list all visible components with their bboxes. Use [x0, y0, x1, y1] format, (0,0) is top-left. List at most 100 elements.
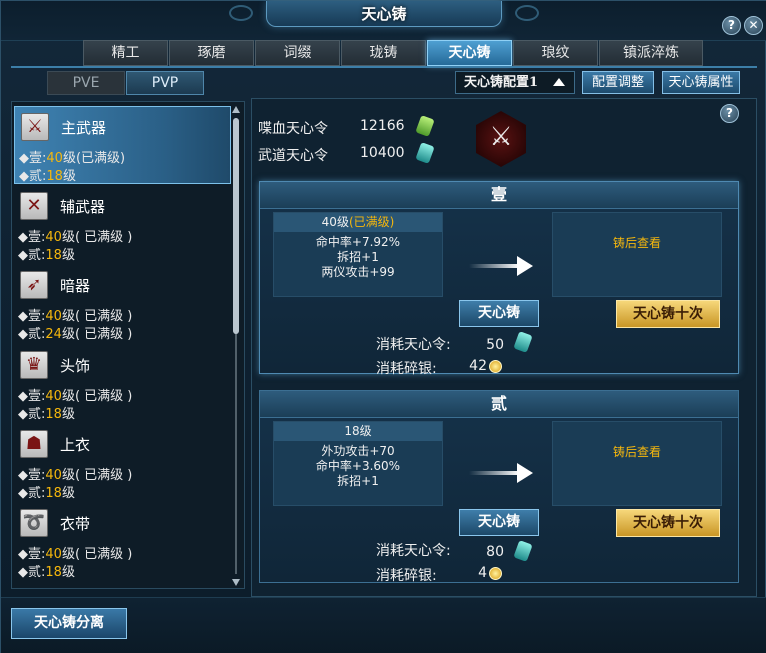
cast-button[interactable]: 天心铸	[459, 509, 539, 536]
pvp-toggle[interactable]: PVP	[126, 71, 204, 95]
cast-ten-times-button[interactable]: 天心铸十次	[616, 300, 720, 328]
section-title: 贰	[260, 391, 738, 418]
current-stats-box: 40级(已满级) 命中率+7.92% 拆招+1 两仪攻击+99	[273, 212, 443, 297]
sword-icon: ⚔	[21, 113, 49, 141]
headwear-icon: ♛	[20, 351, 48, 379]
title-plate: 天心铸	[266, 1, 502, 27]
equipment-item-main-weapon[interactable]: ⚔ 主武器 ◆壹:40级(已满级) ◆贰:18级	[14, 106, 231, 184]
equipment-name: 头饰	[60, 357, 91, 375]
equipment-line-1: ◆壹:40级( 已满级 )	[18, 468, 133, 483]
clothing-icon: ☗	[20, 430, 48, 458]
cost-silver-value: 42	[469, 358, 487, 374]
silver-coin-icon	[489, 360, 502, 373]
tab-longzhu[interactable]: 珑铸	[341, 40, 426, 66]
forge-panel: 喋血天心令 12166 武道天心令 10400 ⚔ ? 壹 40级(已满级) 命…	[251, 98, 757, 597]
tab-underline	[11, 66, 757, 68]
equipment-line-2: ◆贰:18级	[18, 407, 75, 422]
tab-zhenpai-cuilian[interactable]: 镇派淬炼	[599, 40, 703, 66]
scroll-thumb[interactable]	[233, 118, 239, 334]
equipment-line-2: ◆贰:18级	[18, 248, 75, 263]
cost-token-value: 80	[486, 544, 504, 560]
cost-silver-label: 消耗碎银:	[376, 361, 437, 377]
question-icon: ?	[726, 106, 733, 120]
close-icon: ✕	[748, 18, 759, 32]
belt-icon: ➰	[20, 509, 48, 537]
tab-cizhui[interactable]: 词缀	[255, 40, 340, 66]
equipment-name: 上衣	[60, 436, 91, 454]
teal-token-icon	[513, 331, 533, 353]
selected-equipment-sword-icon: ⚔	[476, 111, 526, 167]
equipment-line-1: ◆壹:40级( 已满级 )	[18, 309, 133, 324]
equipment-item-offhand[interactable]: ✕ 辅武器 ◆壹:40级( 已满级 ) ◆贰:18级	[14, 186, 231, 264]
stat-line: 拆招+1	[337, 474, 379, 488]
hidden-weapon-icon: ➶	[20, 271, 48, 299]
preview-box: 铸后查看	[552, 212, 722, 297]
offhand-weapon-icon: ✕	[20, 192, 48, 220]
pve-toggle[interactable]: PVE	[47, 71, 125, 95]
tab-jinggong[interactable]: 精工	[83, 40, 168, 66]
equipment-name: 衣带	[60, 515, 91, 533]
panel-help-button[interactable]: ?	[720, 104, 739, 123]
scroll-up-arrow-icon[interactable]	[232, 106, 240, 113]
forge-section-1: 壹 40级(已满级) 命中率+7.92% 拆招+1 两仪攻击+99 铸后查看 天…	[259, 181, 739, 377]
ornament-right-icon	[515, 5, 539, 21]
forge-section-2: 贰 18级 外功攻击+70 命中率+3.60% 拆招+1 铸后查看 天心铸 天心…	[259, 390, 739, 584]
silver-coin-icon	[489, 567, 502, 580]
stat-line: 命中率+7.92%	[315, 235, 401, 249]
config-dropdown[interactable]: 天心铸配置1	[455, 71, 575, 94]
equipment-item-belt[interactable]: ➰ 衣带 ◆壹:40级( 已满级 ) ◆贰:18级	[14, 503, 231, 581]
current-level: 18级	[274, 422, 442, 441]
cost-token-label: 消耗天心令:	[376, 337, 451, 353]
arrow-right-icon	[469, 463, 533, 483]
equipment-item-hidden-weapon[interactable]: ➶ 暗器 ◆壹:40级( 已满级 ) ◆贰:24级( 已满级 )	[14, 265, 231, 343]
close-button[interactable]: ✕	[744, 16, 763, 35]
cast-ten-times-button[interactable]: 天心铸十次	[616, 509, 720, 537]
preview-box: 铸后查看	[552, 421, 722, 506]
tab-zhuomo[interactable]: 琢磨	[169, 40, 254, 66]
current-level: 40级(已满级)	[274, 213, 442, 232]
equipment-name: 暗器	[60, 277, 91, 295]
equipment-line-1: ◆壹:40级( 已满级 )	[18, 230, 133, 245]
cast-button[interactable]: 天心铸	[459, 300, 539, 327]
resource-value-dieXue: 12166	[360, 118, 405, 134]
question-icon: ?	[728, 18, 735, 32]
cost-token-value: 50	[486, 337, 504, 353]
stat-line: 外功攻击+70	[321, 444, 395, 458]
triangle-up-icon	[553, 78, 565, 86]
ornament-left-icon	[229, 5, 253, 21]
equipment-item-clothing[interactable]: ☗ 上衣 ◆壹:40级( 已满级 ) ◆贰:18级	[14, 424, 231, 502]
resource-value-wuDao: 10400	[360, 145, 405, 161]
title-bar: 天心铸 ? ✕	[1, 1, 766, 41]
tab-bar: 精工 琢磨 词缀 珑铸 天心铸 琅纹 镇派淬炼	[83, 40, 704, 67]
teal-token-icon	[415, 142, 435, 164]
stat-line: 命中率+3.60%	[315, 459, 401, 473]
equipment-scrollbar[interactable]	[231, 104, 242, 588]
help-button[interactable]: ?	[722, 16, 741, 35]
equipment-line-1: ◆壹:40级( 已满级 )	[18, 547, 133, 562]
tab-langwen[interactable]: 琅纹	[513, 40, 598, 66]
equipment-item-headwear[interactable]: ♛ 头饰 ◆壹:40级( 已满级 ) ◆贰:18级	[14, 345, 231, 423]
equipment-name: 主武器	[61, 119, 107, 137]
cost-silver-value: 4	[478, 565, 487, 581]
scroll-down-arrow-icon[interactable]	[232, 579, 240, 586]
cost-token-label: 消耗天心令:	[376, 543, 451, 559]
equipment-line-1: ◆壹:40级(已满级)	[19, 151, 126, 166]
stat-line: 拆招+1	[337, 250, 379, 264]
config-adjust-button[interactable]: 配置调整	[582, 71, 654, 94]
resource-label-dieXue: 喋血天心令	[258, 121, 328, 137]
current-stats: 命中率+7.92% 拆招+1 两仪攻击+99	[274, 235, 442, 280]
green-token-icon	[415, 115, 435, 137]
tianxinzhu-attributes-button[interactable]: 天心铸属性	[662, 71, 740, 94]
resource-label-wuDao: 武道天心令	[258, 148, 328, 164]
cost-silver-label: 消耗碎银:	[376, 568, 437, 584]
current-stats-box: 18级 外功攻击+70 命中率+3.60% 拆招+1	[273, 421, 443, 506]
preview-text: 铸后查看	[612, 236, 661, 250]
tab-tianxinzhu[interactable]: 天心铸	[427, 40, 512, 66]
current-stats: 外功攻击+70 命中率+3.60% 拆招+1	[274, 444, 442, 489]
split-button[interactable]: 天心铸分离	[11, 608, 127, 639]
window-title: 天心铸	[361, 5, 407, 23]
stat-line: 两仪攻击+99	[321, 265, 395, 279]
arrow-right-icon	[469, 256, 533, 276]
equipment-list: ⚔ 主武器 ◆壹:40级(已满级) ◆贰:18级 ✕ 辅武器 ◆壹:40级( 已…	[11, 101, 245, 589]
equipment-line-2: ◆贰:18级	[19, 169, 76, 184]
